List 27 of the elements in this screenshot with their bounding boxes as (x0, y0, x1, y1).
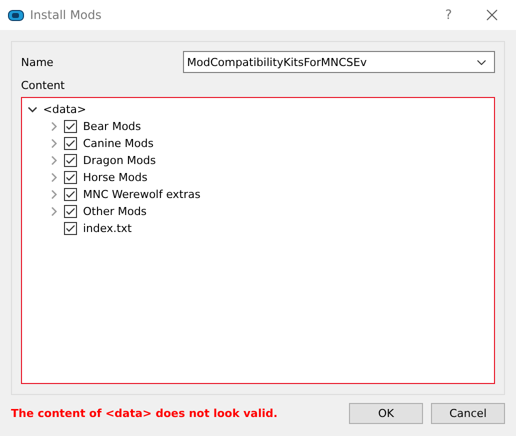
app-icon (8, 10, 24, 20)
field-label: Content (21, 79, 66, 92)
tree-item[interactable]: <data> (43, 103, 86, 116)
checkbox[interactable] (64, 154, 77, 167)
tree-item[interactable]: index.txt (83, 222, 132, 235)
checkbox[interactable] (64, 222, 77, 235)
close-icon[interactable] (486, 9, 498, 21)
checkbox[interactable] (64, 188, 77, 201)
tree-item[interactable]: Canine Mods (83, 137, 154, 150)
field-label: Name (21, 56, 54, 68)
checkbox[interactable] (64, 120, 77, 133)
tree-item[interactable]: Bear Mods (83, 120, 142, 133)
tree-item[interactable]: Other Mods (83, 205, 147, 218)
name-dropdown[interactable]: ModCompatibilityKitsForMNCSEv (183, 51, 495, 73)
window-title: Install Mods (30, 8, 102, 22)
error-message: The content of <data> does not look valid. (11, 407, 278, 420)
help-button[interactable]: ? (445, 8, 452, 22)
tree-item[interactable]: MNC Werewolf extras (83, 188, 200, 201)
dialog-button[interactable]: Cancel (431, 403, 505, 424)
tree-item[interactable]: Horse Mods (83, 171, 148, 184)
chevron-down-icon (477, 60, 486, 64)
checkbox[interactable] (64, 171, 77, 184)
tree-item[interactable]: Dragon Mods (83, 154, 156, 167)
dialog-button[interactable]: OK (349, 403, 423, 424)
caret-icon[interactable] (28, 105, 37, 114)
checkbox[interactable] (64, 205, 77, 218)
checkbox[interactable] (64, 137, 77, 150)
